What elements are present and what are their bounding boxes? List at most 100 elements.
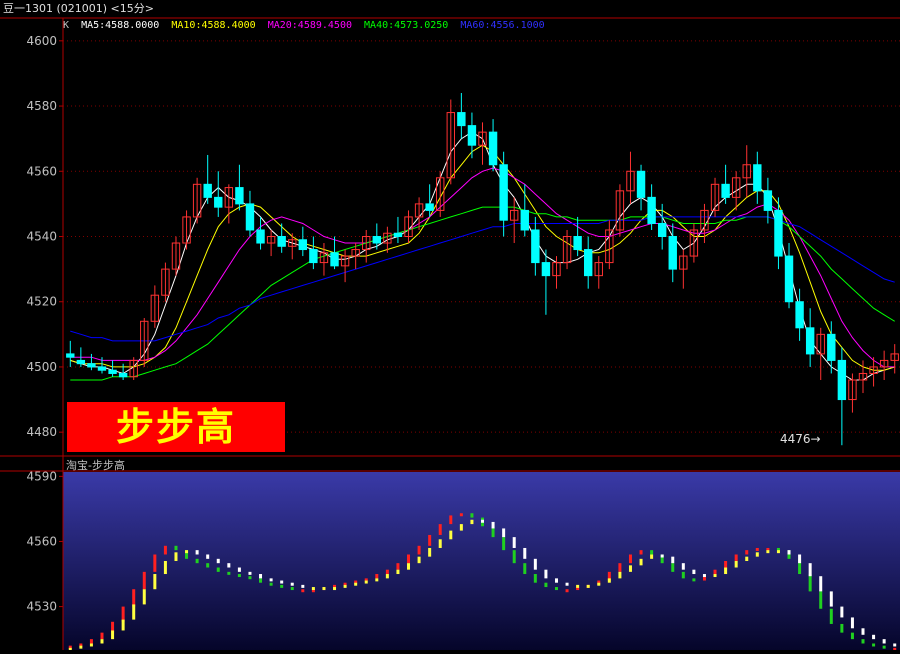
candle-down xyxy=(668,236,677,270)
sub-slow-mark xyxy=(787,550,791,555)
sub-fast-mark xyxy=(639,550,643,555)
ma60-label: MA60:4556.1000 xyxy=(460,20,545,31)
candle-down xyxy=(784,255,794,303)
sub-fast-mark xyxy=(459,513,463,517)
y-tick-label: 4560 xyxy=(26,164,57,178)
y-tick-label: 4480 xyxy=(26,425,57,439)
sub-panel-background xyxy=(63,472,900,650)
sub-slow-mark xyxy=(829,591,833,607)
sub-slow-mark xyxy=(819,576,823,592)
ma-line-ma60 xyxy=(70,216,895,342)
sub-slow-mark xyxy=(449,530,453,540)
sub-slow-mark xyxy=(185,550,189,554)
sub-slow-mark xyxy=(142,589,146,605)
sub-slow-mark xyxy=(364,580,368,584)
sub-slow-mark xyxy=(163,561,167,575)
sub-slow-mark xyxy=(639,558,643,566)
sub-fast-mark xyxy=(407,554,411,564)
sub-slow-mark xyxy=(724,567,728,575)
candle-down xyxy=(467,125,477,146)
logo-banner: 步步高 xyxy=(67,402,285,452)
sub-fast-mark xyxy=(692,578,696,582)
sub-fast-mark xyxy=(808,574,812,592)
sub-fast-mark xyxy=(819,591,823,609)
sub-slow-mark xyxy=(850,617,854,629)
sub-slow-mark xyxy=(290,582,294,586)
candle-down xyxy=(657,222,667,238)
sub-slow-mark xyxy=(502,528,506,538)
candle-down xyxy=(309,249,318,264)
candle-down xyxy=(647,196,656,224)
sub-fast-mark xyxy=(248,576,252,580)
sub-fast-mark xyxy=(428,534,432,546)
sub-slow-mark xyxy=(893,643,897,647)
chart-canvas: 4600 4580 4560 4540 4520 4500 4480 4590 4560 4530 xyxy=(0,17,900,651)
sub-slow-mark xyxy=(259,574,263,579)
sub-fast-mark xyxy=(301,589,305,593)
sub-slow-mark xyxy=(650,554,654,559)
sub-slow-mark xyxy=(470,519,474,525)
ma-line-ma5 xyxy=(70,131,895,381)
sub-fast-mark xyxy=(290,587,294,591)
sub-slow-mark xyxy=(872,634,876,640)
y-tick-label: 4500 xyxy=(26,360,57,374)
sub-fast-mark xyxy=(132,589,136,607)
candle-down xyxy=(372,236,382,244)
sub-slow-mark xyxy=(512,537,516,548)
sub-slow-mark xyxy=(660,554,664,558)
sub-fast-mark xyxy=(745,550,749,555)
window-title: 豆一1301 (021001) <15分> xyxy=(3,2,154,15)
sub-slow-mark xyxy=(692,569,696,575)
sub-slow-mark xyxy=(755,552,759,557)
ma10-label: MA10:4588.4000 xyxy=(171,20,256,31)
ma-line-ma10 xyxy=(70,144,895,371)
candle-down xyxy=(203,183,212,198)
sub-fast-mark xyxy=(523,563,527,575)
sub-slow-mark xyxy=(533,558,537,570)
sub-slow-mark xyxy=(311,587,315,591)
candle-down xyxy=(795,301,804,329)
sub-slow-mark xyxy=(438,539,442,548)
candle-down xyxy=(763,190,773,211)
sub-fast-mark xyxy=(533,574,537,583)
sub-slow-mark xyxy=(459,524,463,531)
sub-fast-mark xyxy=(396,563,400,570)
sub-fast-mark xyxy=(565,589,569,593)
sub-fast-mark xyxy=(512,550,516,564)
sub-slow-mark xyxy=(618,571,622,579)
sub-fast-mark xyxy=(618,563,622,572)
ma-legend: K MA5:4588.0000 MA10:4588.4000 MA20:4589… xyxy=(63,20,551,31)
sub-fast-mark xyxy=(734,554,738,561)
sub-slow-mark xyxy=(681,563,685,570)
futures-chart: 4600 4580 4560 4540 4520 4500 4480 4590 4560 4530… xyxy=(0,0,900,651)
sub-slow-mark xyxy=(407,563,411,570)
sub-slow-mark xyxy=(808,563,812,577)
sub-fast-mark xyxy=(417,545,421,555)
candle-down xyxy=(583,249,593,277)
sub-slow-mark xyxy=(523,547,527,559)
y-tick-label: 4580 xyxy=(26,99,57,113)
candle-down xyxy=(298,239,308,251)
candle-down xyxy=(837,359,847,401)
sub-fast-mark xyxy=(375,574,379,579)
sub-slow-mark xyxy=(597,582,601,586)
candle-down xyxy=(425,203,434,211)
sub-slow-mark xyxy=(544,569,548,579)
y-tick-label: 4600 xyxy=(26,34,57,48)
sub-fast-mark xyxy=(163,545,167,555)
window-title-bar: 豆一1301 (021001) <15分> xyxy=(0,0,900,18)
candle-down xyxy=(774,209,783,257)
sub-slow-mark xyxy=(153,574,157,590)
sub-fast-mark xyxy=(502,537,506,551)
k-label: K xyxy=(63,20,70,31)
sub-slow-mark xyxy=(861,628,865,635)
sub-slow-mark xyxy=(132,604,136,620)
candle-down xyxy=(66,353,75,358)
sub-slow-mark xyxy=(89,643,93,647)
sub-slow-mark xyxy=(776,550,780,554)
sub-fast-mark xyxy=(850,632,854,640)
sub-slow-mark xyxy=(385,574,389,579)
sub-y-tick-label: 4590 xyxy=(26,469,57,483)
sub-fast-mark xyxy=(142,571,146,590)
candle-down xyxy=(636,170,646,198)
